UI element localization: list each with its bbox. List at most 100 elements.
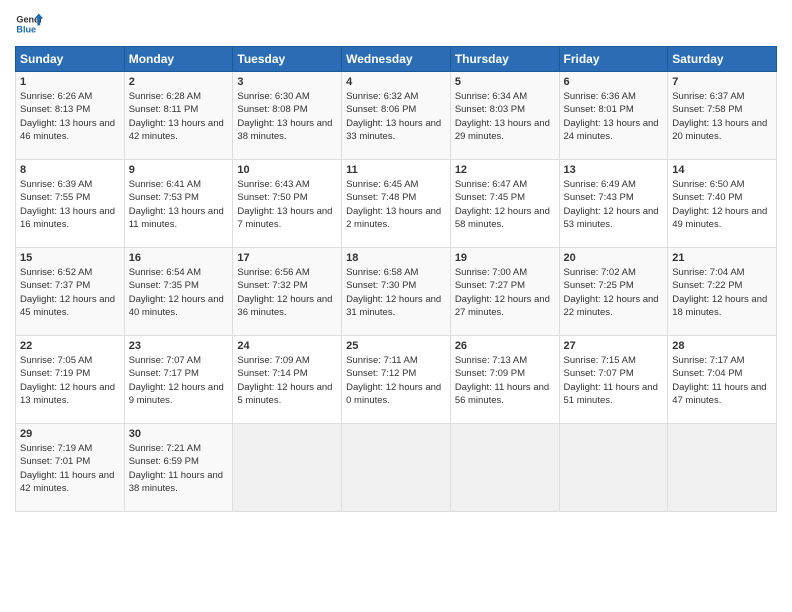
calendar-cell: 1 Sunrise: 6:26 AMSunset: 8:13 PMDaylight…: [16, 72, 125, 160]
calendar-cell: [233, 424, 342, 512]
header-row: Sunday Monday Tuesday Wednesday Thursday…: [16, 47, 777, 72]
day-info: Sunrise: 6:45 AMSunset: 7:48 PMDaylight:…: [346, 178, 446, 231]
col-friday: Friday: [559, 47, 668, 72]
calendar-cell: 15 Sunrise: 6:52 AMSunset: 7:37 PMDayligh…: [16, 248, 125, 336]
day-info: Sunrise: 7:17 AMSunset: 7:04 PMDaylight:…: [672, 354, 772, 407]
day-info: Sunrise: 7:00 AMSunset: 7:27 PMDaylight:…: [455, 266, 555, 319]
calendar-cell: 3Sunrise: 6:30 AMSunset: 8:08 PMDaylight…: [233, 72, 342, 160]
day-number: 18: [346, 252, 446, 264]
day-info: Sunrise: 6:50 AMSunset: 7:40 PMDaylight:…: [672, 178, 772, 231]
calendar-cell: 29 Sunrise: 7:19 AMSunset: 7:01 PMDayligh…: [16, 424, 125, 512]
calendar-cell: [342, 424, 451, 512]
day-info: Sunrise: 6:52 AMSunset: 7:37 PMDaylight:…: [20, 266, 120, 319]
day-number: 2: [129, 76, 229, 88]
day-info: Sunrise: 6:37 AMSunset: 7:58 PMDaylight:…: [672, 90, 772, 143]
day-number: 8: [20, 164, 120, 176]
calendar-cell: 10Sunrise: 6:43 AMSunset: 7:50 PMDayligh…: [233, 160, 342, 248]
calendar-cell: 20 Sunrise: 7:02 AMSunset: 7:25 PMDayligh…: [559, 248, 668, 336]
calendar-cell: 14Sunrise: 6:50 AMSunset: 7:40 PMDayligh…: [668, 160, 777, 248]
day-info: Sunrise: 6:49 AMSunset: 7:43 PMDaylight:…: [564, 178, 664, 231]
day-number: 9: [129, 164, 229, 176]
day-number: 28: [672, 340, 772, 352]
day-number: 23: [129, 340, 229, 352]
day-number: 21: [672, 252, 772, 264]
day-info: Sunrise: 6:58 AMSunset: 7:30 PMDaylight:…: [346, 266, 446, 319]
day-info: Sunrise: 6:30 AMSunset: 8:08 PMDaylight:…: [237, 90, 337, 143]
day-number: 24: [237, 340, 337, 352]
day-number: 29: [20, 428, 120, 440]
calendar-cell: 26 Sunrise: 7:13 AMSunset: 7:09 PMDayligh…: [450, 336, 559, 424]
day-info: Sunrise: 7:05 AMSunset: 7:19 PMDaylight:…: [20, 354, 120, 407]
day-number: 16: [129, 252, 229, 264]
day-info: Sunrise: 7:13 AMSunset: 7:09 PMDaylight:…: [455, 354, 555, 407]
calendar-cell: 17 Sunrise: 6:56 AMSunset: 7:32 PMDayligh…: [233, 248, 342, 336]
day-number: 17: [237, 252, 337, 264]
calendar-cell: 30 Sunrise: 7:21 AMSunset: 6:59 PMDayligh…: [124, 424, 233, 512]
calendar-cell: [450, 424, 559, 512]
day-number: 15: [20, 252, 120, 264]
day-number: 12: [455, 164, 555, 176]
page-header: General Blue: [15, 10, 777, 38]
calendar-cell: 28 Sunrise: 7:17 AMSunset: 7:04 PMDayligh…: [668, 336, 777, 424]
day-info: Sunrise: 6:32 AMSunset: 8:06 PMDaylight:…: [346, 90, 446, 143]
calendar-cell: 24 Sunrise: 7:09 AMSunset: 7:14 PMDayligh…: [233, 336, 342, 424]
calendar-body: 1 Sunrise: 6:26 AMSunset: 8:13 PMDaylight…: [16, 72, 777, 512]
day-info: Sunrise: 7:09 AMSunset: 7:14 PMDaylight:…: [237, 354, 337, 407]
day-info: Sunrise: 6:26 AMSunset: 8:13 PMDaylight:…: [20, 90, 120, 143]
day-info: Sunrise: 6:28 AMSunset: 8:11 PMDaylight:…: [129, 90, 229, 143]
col-tuesday: Tuesday: [233, 47, 342, 72]
day-number: 6: [564, 76, 664, 88]
day-number: 11: [346, 164, 446, 176]
day-info: Sunrise: 7:15 AMSunset: 7:07 PMDaylight:…: [564, 354, 664, 407]
day-info: Sunrise: 6:34 AMSunset: 8:03 PMDaylight:…: [455, 90, 555, 143]
calendar-cell: 19Sunrise: 7:00 AMSunset: 7:27 PMDayligh…: [450, 248, 559, 336]
col-monday: Monday: [124, 47, 233, 72]
calendar-cell: 2 Sunrise: 6:28 AMSunset: 8:11 PMDaylight…: [124, 72, 233, 160]
calendar-cell: 12 Sunrise: 6:47 AMSunset: 7:45 PMDayligh…: [450, 160, 559, 248]
calendar-cell: 25 Sunrise: 7:11 AMSunset: 7:12 PMDayligh…: [342, 336, 451, 424]
day-info: Sunrise: 6:54 AMSunset: 7:35 PMDaylight:…: [129, 266, 229, 319]
day-info: Sunrise: 6:56 AMSunset: 7:32 PMDaylight:…: [237, 266, 337, 319]
day-number: 7: [672, 76, 772, 88]
day-info: Sunrise: 6:47 AMSunset: 7:45 PMDaylight:…: [455, 178, 555, 231]
calendar-cell: 27Sunrise: 7:15 AMSunset: 7:07 PMDayligh…: [559, 336, 668, 424]
logo-icon: General Blue: [15, 10, 43, 38]
calendar-row: 8 Sunrise: 6:39 AMSunset: 7:55 PMDaylight…: [16, 160, 777, 248]
day-number: 26: [455, 340, 555, 352]
day-number: 20: [564, 252, 664, 264]
calendar-cell: [559, 424, 668, 512]
calendar-cell: 6Sunrise: 6:36 AMSunset: 8:01 PMDaylight…: [559, 72, 668, 160]
col-saturday: Saturday: [668, 47, 777, 72]
day-number: 4: [346, 76, 446, 88]
day-number: 5: [455, 76, 555, 88]
day-info: Sunrise: 7:02 AMSunset: 7:25 PMDaylight:…: [564, 266, 664, 319]
day-info: Sunrise: 7:11 AMSunset: 7:12 PMDaylight:…: [346, 354, 446, 407]
calendar-cell: 9 Sunrise: 6:41 AMSunset: 7:53 PMDaylight…: [124, 160, 233, 248]
day-info: Sunrise: 6:41 AMSunset: 7:53 PMDaylight:…: [129, 178, 229, 231]
calendar-cell: 13 Sunrise: 6:49 AMSunset: 7:43 PMDayligh…: [559, 160, 668, 248]
day-info: Sunrise: 6:39 AMSunset: 7:55 PMDaylight:…: [20, 178, 120, 231]
day-number: 22: [20, 340, 120, 352]
day-number: 13: [564, 164, 664, 176]
col-wednesday: Wednesday: [342, 47, 451, 72]
calendar-table: Sunday Monday Tuesday Wednesday Thursday…: [15, 46, 777, 512]
calendar-cell: 11 Sunrise: 6:45 AMSunset: 7:48 PMDayligh…: [342, 160, 451, 248]
calendar-cell: 5 Sunrise: 6:34 AMSunset: 8:03 PMDaylight…: [450, 72, 559, 160]
day-number: 30: [129, 428, 229, 440]
day-info: Sunrise: 6:43 AMSunset: 7:50 PMDaylight:…: [237, 178, 337, 231]
calendar-row: 15 Sunrise: 6:52 AMSunset: 7:37 PMDayligh…: [16, 248, 777, 336]
day-number: 1: [20, 76, 120, 88]
calendar-cell: 4 Sunrise: 6:32 AMSunset: 8:06 PMDaylight…: [342, 72, 451, 160]
logo: General Blue: [15, 10, 43, 38]
day-info: Sunrise: 7:07 AMSunset: 7:17 PMDaylight:…: [129, 354, 229, 407]
calendar-cell: 18 Sunrise: 6:58 AMSunset: 7:30 PMDayligh…: [342, 248, 451, 336]
col-thursday: Thursday: [450, 47, 559, 72]
day-info: Sunrise: 7:19 AMSunset: 7:01 PMDaylight:…: [20, 442, 120, 495]
calendar-cell: 8 Sunrise: 6:39 AMSunset: 7:55 PMDaylight…: [16, 160, 125, 248]
day-number: 25: [346, 340, 446, 352]
svg-text:Blue: Blue: [16, 24, 36, 34]
calendar-cell: 23 Sunrise: 7:07 AMSunset: 7:17 PMDayligh…: [124, 336, 233, 424]
calendar-cell: 22 Sunrise: 7:05 AMSunset: 7:19 PMDayligh…: [16, 336, 125, 424]
calendar-cell: 21Sunrise: 7:04 AMSunset: 7:22 PMDayligh…: [668, 248, 777, 336]
day-info: Sunrise: 7:21 AMSunset: 6:59 PMDaylight:…: [129, 442, 229, 495]
